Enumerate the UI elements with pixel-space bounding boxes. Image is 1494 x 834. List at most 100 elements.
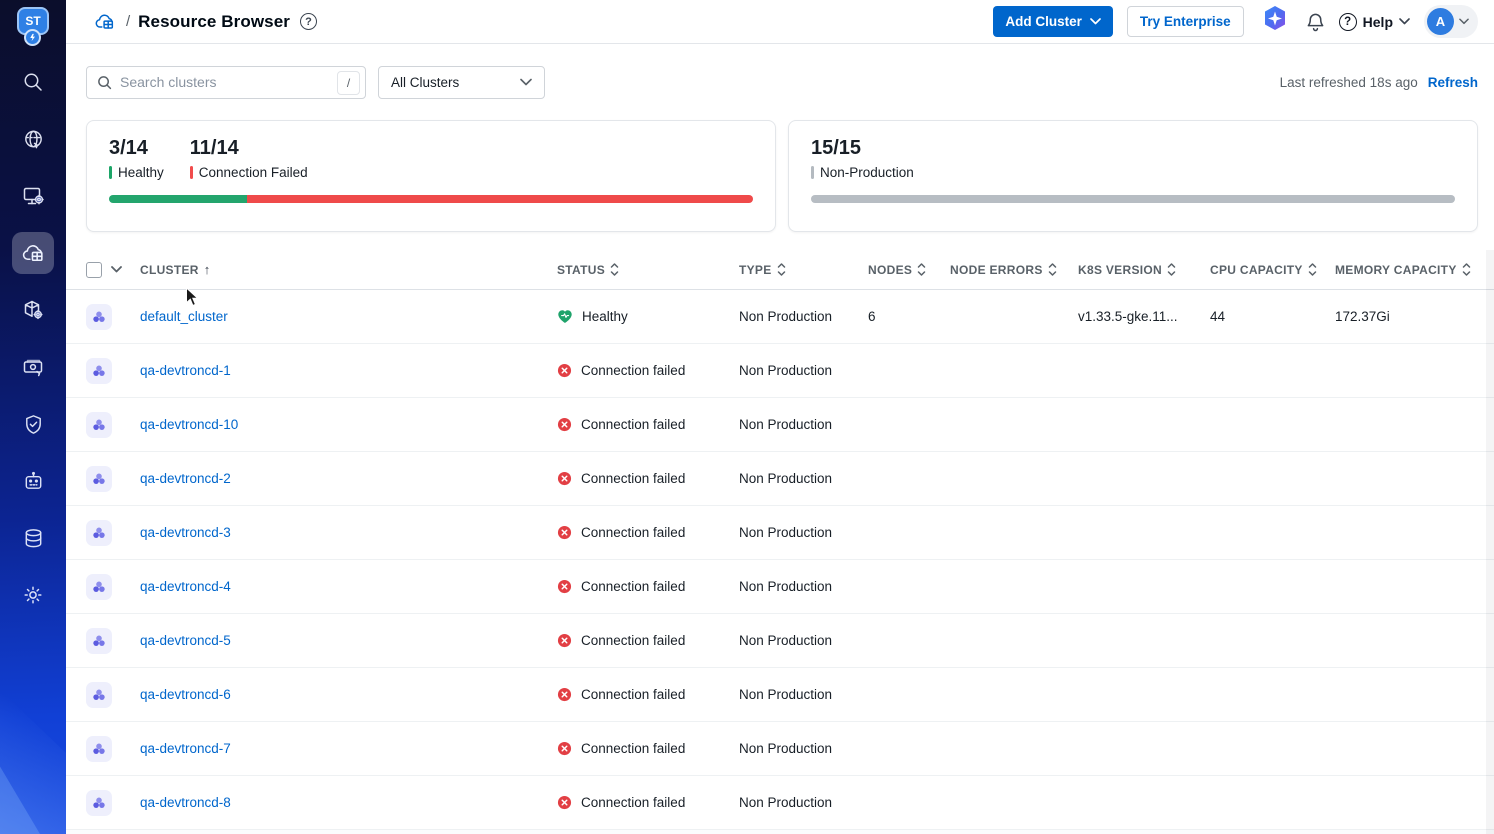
cluster-filter-value: All Clusters	[391, 75, 459, 90]
table-row[interactable]: qa-devtroncd-3 Connection failed Non Pro…	[66, 506, 1494, 560]
sidebar-item-globe[interactable]	[12, 118, 54, 160]
sidebar-item-cash-gear[interactable]	[12, 346, 54, 388]
cluster-filter-select[interactable]: All Clusters	[378, 66, 545, 99]
healthy-count: 3/14	[109, 137, 164, 160]
status-text: Connection failed	[581, 417, 685, 432]
breadcrumb-separator: /	[126, 13, 130, 30]
status-text: Connection failed	[581, 579, 685, 594]
top-header-bar: / Resource Browser ? Add Cluster Try Ent…	[66, 0, 1494, 44]
sidebar-item-robot[interactable]	[12, 460, 54, 502]
keyboard-shortcut-badge: /	[337, 71, 360, 95]
production-progress-bar	[811, 195, 1455, 203]
production-summary-card: 15/15 Non-Production	[788, 120, 1478, 232]
sidebar-item-settings[interactable]	[12, 574, 54, 616]
status-text: Connection failed	[581, 525, 685, 540]
vertical-scrollbar[interactable]	[1486, 250, 1494, 834]
robot-icon	[22, 470, 45, 493]
column-label: CPU CAPACITY	[1210, 263, 1303, 277]
sort-icon	[610, 263, 619, 276]
column-label: TYPE	[739, 263, 772, 277]
status-text: Connection failed	[581, 795, 685, 810]
table-row[interactable]: qa-devtroncd-5 Connection failed Non Pro…	[66, 614, 1494, 668]
add-cluster-label: Add Cluster	[1005, 14, 1082, 29]
add-cluster-button[interactable]: Add Cluster	[993, 6, 1113, 37]
table-row[interactable]: qa-devtroncd-2 Connection failed Non Pro…	[66, 452, 1494, 506]
table-row[interactable]: qa-devtroncd-10 Connection failed Non Pr…	[66, 398, 1494, 452]
clusters-table: CLUSTER ↑ STATUS TYPE NODES NODE ERRORS	[66, 250, 1494, 834]
column-header-memory-capacity[interactable]: MEMORY CAPACITY	[1335, 263, 1478, 277]
cluster-icon	[86, 628, 112, 654]
column-header-nodes[interactable]: NODES	[868, 263, 950, 277]
select-menu-chevron-icon[interactable]	[111, 266, 122, 273]
last-refreshed-text: Last refreshed 18s ago	[1280, 75, 1418, 90]
cluster-summary-cards: 3/14 Healthy 11/14 Connection Failed	[66, 120, 1494, 232]
cluster-name-link[interactable]: qa-devtroncd-7	[140, 741, 231, 756]
resource-browser-app: ST	[0, 0, 1494, 834]
k8s-version: v1.33.5-gke.11...	[1078, 309, 1210, 324]
status-icon	[557, 741, 572, 756]
notifications-bell-icon[interactable]	[1306, 12, 1325, 32]
sidebar-item-cube-gear[interactable]	[12, 289, 54, 331]
table-body: default_cluster Healthy Non Production 6…	[66, 290, 1494, 830]
sidebar-item-monitor-gear[interactable]	[12, 175, 54, 217]
main-area: / Resource Browser ? Add Cluster Try Ent…	[66, 0, 1494, 834]
cluster-icon	[86, 736, 112, 762]
table-header-row: CLUSTER ↑ STATUS TYPE NODES NODE ERRORS	[66, 250, 1494, 290]
table-row[interactable]: qa-devtroncd-8 Connection failed Non Pro…	[66, 776, 1494, 830]
cluster-name-link[interactable]: qa-devtroncd-2	[140, 471, 231, 486]
cluster-name-link[interactable]: qa-devtroncd-5	[140, 633, 231, 648]
column-header-node-errors[interactable]: NODE ERRORS	[950, 263, 1078, 277]
sidebar-item-resource-browser[interactable]	[12, 232, 54, 274]
cluster-name-link[interactable]: qa-devtroncd-3	[140, 525, 231, 540]
cluster-name-link[interactable]: qa-devtroncd-10	[140, 417, 238, 432]
cluster-name-link[interactable]: qa-devtroncd-4	[140, 579, 231, 594]
cluster-icon	[86, 358, 112, 384]
cluster-type: Non Production	[739, 795, 868, 810]
table-row[interactable]: qa-devtroncd-4 Connection failed Non Pro…	[66, 560, 1494, 614]
status-icon	[557, 525, 572, 540]
column-header-k8s-version[interactable]: K8S VERSION	[1078, 263, 1210, 277]
cash-gear-icon	[21, 355, 45, 379]
column-header-cluster[interactable]: CLUSTER ↑	[140, 262, 557, 277]
column-header-type[interactable]: TYPE	[739, 263, 868, 277]
cluster-name-link[interactable]: qa-devtroncd-1	[140, 363, 231, 378]
table-row[interactable]: qa-devtroncd-1 Connection failed Non Pro…	[66, 344, 1494, 398]
table-row[interactable]: qa-devtroncd-6 Connection failed Non Pro…	[66, 668, 1494, 722]
sidebar-item-database[interactable]	[12, 517, 54, 559]
cluster-name-link[interactable]: default_cluster	[140, 309, 228, 324]
partial-next-row	[66, 830, 1494, 834]
sidebar-item-shield-check[interactable]	[12, 403, 54, 445]
failed-marker	[190, 166, 193, 179]
chevron-down-icon	[1459, 18, 1469, 25]
try-enterprise-button[interactable]: Try Enterprise	[1127, 6, 1244, 37]
user-menu[interactable]: A	[1424, 5, 1478, 38]
search-clusters-box[interactable]: /	[86, 66, 366, 99]
cluster-name-link[interactable]: qa-devtroncd-6	[140, 687, 231, 702]
health-summary-card: 3/14 Healthy 11/14 Connection Failed	[86, 120, 776, 232]
column-label: MEMORY CAPACITY	[1335, 263, 1457, 277]
status-icon	[557, 579, 572, 594]
status-icon	[557, 363, 572, 378]
sidebar-item-search[interactable]	[12, 61, 54, 103]
help-menu[interactable]: ? Help	[1339, 13, 1410, 31]
cluster-name-link[interactable]: qa-devtroncd-8	[140, 795, 231, 810]
table-row[interactable]: default_cluster Healthy Non Production 6…	[66, 290, 1494, 344]
page-help-icon[interactable]: ?	[300, 13, 317, 30]
table-row[interactable]: qa-devtroncd-7 Connection failed Non Pro…	[66, 722, 1494, 776]
search-clusters-input[interactable]	[120, 74, 331, 90]
select-all-checkbox[interactable]	[86, 262, 102, 278]
column-label: CLUSTER	[140, 263, 199, 277]
column-label: K8S VERSION	[1078, 263, 1162, 277]
healthy-marker	[109, 166, 112, 179]
column-header-cpu-capacity[interactable]: CPU CAPACITY	[1210, 263, 1335, 277]
refresh-button[interactable]: Refresh	[1428, 75, 1478, 90]
health-progress-bar	[109, 195, 753, 203]
gear-icon	[21, 583, 45, 607]
app-logo[interactable]: ST	[15, 7, 51, 47]
status-icon	[557, 687, 572, 702]
status-icon	[557, 633, 572, 648]
logo-dot-icon	[24, 29, 41, 46]
sparkle-ai-icon[interactable]	[1258, 2, 1292, 41]
cube-gear-icon	[21, 298, 45, 322]
column-header-status[interactable]: STATUS	[557, 263, 739, 277]
